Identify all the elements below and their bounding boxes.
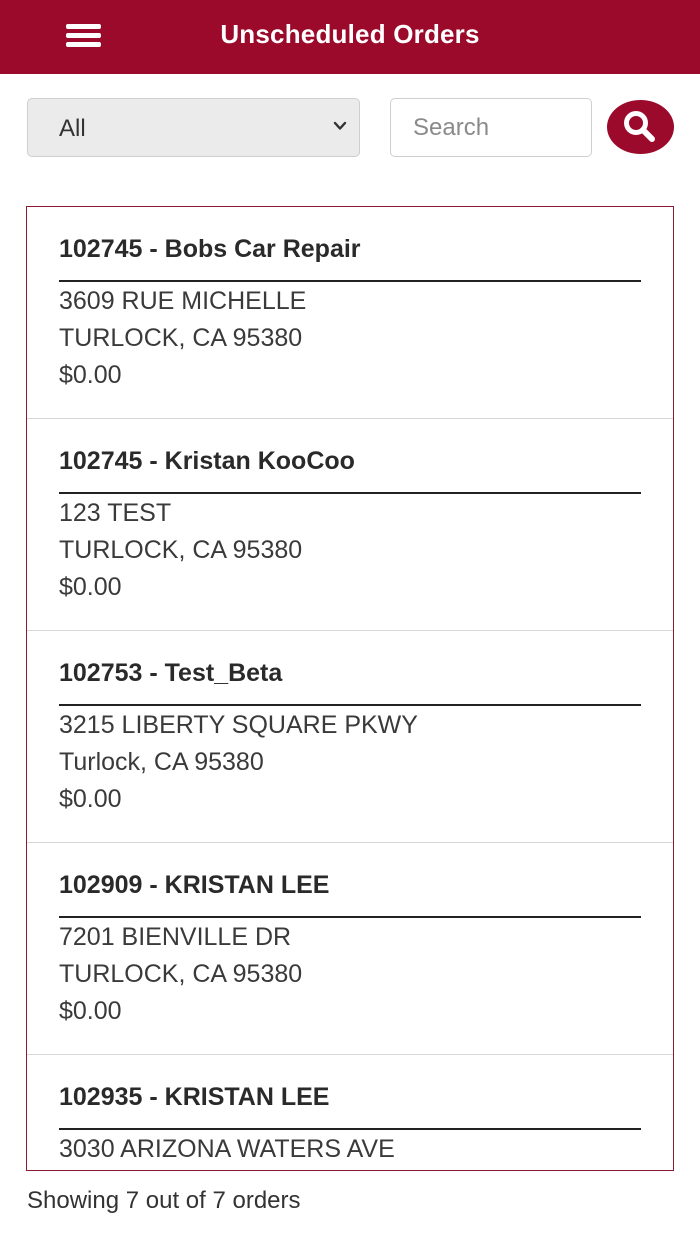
order-item[interactable]: 102935 - KRISTAN LEE 3030 ARIZONA WATERS… bbox=[27, 1055, 673, 1170]
order-address: 3215 LIBERTY SQUARE PKWY bbox=[59, 711, 418, 739]
magnifier-icon bbox=[624, 111, 655, 142]
order-amount: $0.00 bbox=[59, 997, 122, 1025]
order-address: 7201 BIENVILLE DR bbox=[59, 923, 292, 951]
filter-selected-value: All bbox=[59, 115, 86, 142]
orders-list[interactable]: 102745 - Bobs Car Repair 3609 RUE MICHEL… bbox=[26, 206, 674, 1171]
order-title: 102745 - Kristan KooCoo bbox=[59, 446, 641, 494]
order-city: TURLOCK, CA 95380 bbox=[59, 324, 303, 352]
order-city: TURLOCK, CA 95380 bbox=[59, 960, 303, 988]
order-item[interactable]: 102745 - Kristan KooCoo 123 TEST TURLOCK… bbox=[27, 419, 673, 631]
order-item[interactable]: 102753 - Test_Beta 3215 LIBERTY SQUARE P… bbox=[27, 631, 673, 843]
order-item[interactable]: 102745 - Bobs Car Repair 3609 RUE MICHEL… bbox=[27, 207, 673, 419]
order-city: Turlock, CA 95380 bbox=[59, 748, 264, 776]
order-address: 123 TEST bbox=[59, 499, 172, 527]
order-filter-select[interactable]: All bbox=[27, 98, 360, 157]
order-title: 102753 - Test_Beta bbox=[59, 658, 641, 706]
page-title: Unscheduled Orders bbox=[220, 19, 480, 49]
search-button[interactable] bbox=[607, 100, 674, 154]
order-amount: $0.00 bbox=[59, 361, 122, 389]
order-title: 102909 - KRISTAN LEE bbox=[59, 870, 641, 918]
app-header: Unscheduled Orders bbox=[0, 0, 700, 74]
chevron-down-icon bbox=[333, 121, 347, 130]
order-amount: $0.00 bbox=[59, 785, 122, 813]
order-item[interactable]: 102909 - KRISTAN LEE 7201 BIENVILLE DR T… bbox=[27, 843, 673, 1055]
order-title: 102935 - KRISTAN LEE bbox=[59, 1082, 641, 1130]
order-amount: $0.00 bbox=[59, 573, 122, 601]
order-title: 102745 - Bobs Car Repair bbox=[59, 234, 641, 282]
orders-count-text: Showing 7 out of 7 orders bbox=[27, 1187, 301, 1214]
search-input[interactable] bbox=[390, 98, 592, 157]
order-address: 3030 ARIZONA WATERS AVE bbox=[59, 1135, 395, 1163]
order-address: 3609 RUE MICHELLE bbox=[59, 287, 307, 315]
order-city: TURLOCK, CA 95380 bbox=[59, 536, 303, 564]
